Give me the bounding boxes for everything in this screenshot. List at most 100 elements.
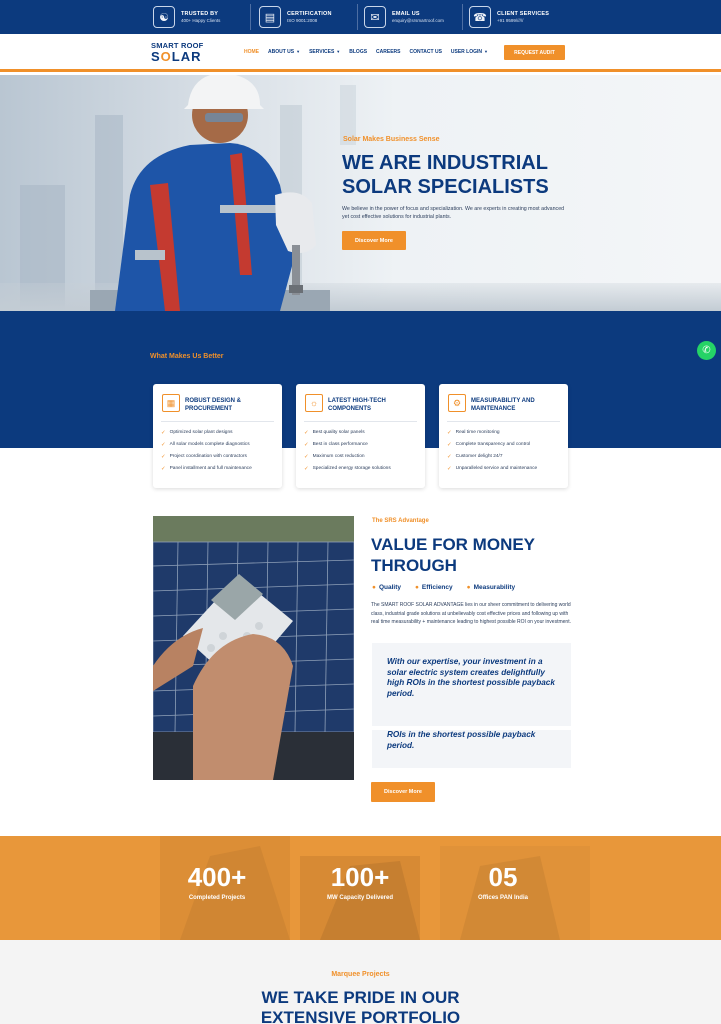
top-info-bar: ☯ TRUSTED BY 400+ Happy Clients ▤ CERTIF… bbox=[0, 0, 721, 34]
card-title: ROBUST DESIGN & PROCUREMENT bbox=[185, 398, 242, 412]
list-item: ✓ Real time monitoring bbox=[447, 430, 537, 442]
marquee-title: WE TAKE PRIDE IN OUR EXTENSIVE PORTFOLIO bbox=[260, 988, 461, 1024]
certificate-icon: ▤ bbox=[259, 6, 281, 28]
srs-body-text: The SMART ROOF SOLAR ADVANTAGE lies in o… bbox=[371, 602, 571, 625]
brand-logo[interactable]: SMART ROOF SOLAR bbox=[151, 41, 203, 63]
list-item-text: Unparalleled service and maintenance bbox=[455, 466, 538, 471]
list-item-text: Best quality solar panels bbox=[312, 430, 365, 435]
request-audit-button[interactable]: REQUEST AUDIT bbox=[504, 45, 565, 60]
stat-label: Completed Projects bbox=[188, 895, 246, 901]
chevron-down-icon: ▼ bbox=[484, 49, 488, 54]
check-icon: ✓ bbox=[447, 442, 452, 448]
card-feature-list: ✓ Best quality solar panels ✓ Best in clas… bbox=[304, 430, 391, 478]
list-item: ✓ Best in class performance bbox=[304, 442, 391, 454]
list-item: ✓ Maximum cost reduction bbox=[304, 454, 391, 466]
check-icon: ✓ bbox=[304, 430, 309, 436]
list-item: ✓ All solar models complete diagnostics bbox=[161, 442, 252, 454]
check-icon: ✓ bbox=[304, 454, 309, 460]
divider bbox=[304, 421, 417, 422]
info-phone-link[interactable]: +91 9599////// bbox=[497, 18, 549, 23]
list-item: ✓ Best quality solar panels bbox=[304, 430, 391, 442]
card-feature-list: ✓ Optimized solar plant designs ✓ All sola… bbox=[161, 430, 252, 478]
divider bbox=[447, 421, 560, 422]
stat-value: 05 bbox=[488, 862, 518, 892]
list-item-text: Best in class performance bbox=[312, 442, 368, 447]
solar-panel-icon: ▦ bbox=[162, 394, 180, 412]
list-item-text: Project coordination with contractors bbox=[169, 454, 247, 459]
panel-photo bbox=[153, 516, 354, 780]
check-icon: ✓ bbox=[447, 430, 452, 436]
srs-tags: ● Quality ● Efficiency ● Measurability bbox=[372, 584, 515, 591]
info-trusted-by: ☯ TRUSTED BY 400+ Happy Clients bbox=[153, 5, 220, 29]
nav-home[interactable]: HOME bbox=[244, 49, 259, 55]
divider bbox=[357, 4, 358, 30]
nav-about-us[interactable]: ABOUT US ▼ bbox=[268, 49, 300, 55]
hero-discover-button[interactable]: Discover More bbox=[342, 231, 406, 250]
monitoring-icon: ⚙ bbox=[448, 394, 466, 412]
list-item-text: Complete transparency and control bbox=[455, 442, 531, 447]
info-title: EMAIL US bbox=[392, 11, 420, 17]
feature-card: ▦ ROBUST DESIGN & PROCUREMENT ✓ Optimized… bbox=[153, 384, 282, 488]
feature-card: ☼ LATEST HIGH-TECH COMPONENTS ✓ Best qual… bbox=[296, 384, 425, 488]
list-item-text: Real time monitoring bbox=[455, 430, 500, 435]
tag-label: Measurability bbox=[473, 584, 516, 591]
srs-discover-button[interactable]: Discover More bbox=[371, 782, 435, 802]
headset-icon: ☎ bbox=[469, 6, 491, 28]
stat-label: MW Capacity Delivered bbox=[326, 895, 394, 901]
divider bbox=[161, 421, 274, 422]
check-icon: ✓ bbox=[447, 466, 452, 472]
check-icon: ✓ bbox=[161, 430, 166, 436]
main-navbar: SMART ROOF SOLAR HOME ABOUT US ▼ SERVICES… bbox=[0, 34, 721, 72]
divider bbox=[462, 4, 463, 30]
check-icon: ✓ bbox=[304, 466, 309, 472]
whatsapp-icon[interactable]: ✆ bbox=[697, 341, 716, 360]
nav-services[interactable]: SERVICES ▼ bbox=[309, 49, 340, 55]
srs-quote-text: With our expertise, your investment in a… bbox=[387, 657, 555, 698]
tag-quality: ● Quality bbox=[372, 584, 401, 591]
info-email-link[interactable]: enquiry@srsmartroof.com bbox=[392, 18, 444, 23]
list-item: ✓ Customer delight 24/7 bbox=[447, 454, 537, 466]
stat-offices: 05 Offices PAN India bbox=[443, 862, 563, 901]
info-sub: 400+ Happy Clients bbox=[181, 18, 221, 23]
calculator-solar-panel-image bbox=[153, 516, 354, 780]
why-section-title: What Makes Us Better bbox=[150, 353, 224, 360]
tag-label: Efficiency bbox=[421, 584, 453, 591]
list-item: ✓ Unparalleled service and maintenance bbox=[447, 466, 537, 478]
nav-contact-us[interactable]: CONTACT US bbox=[410, 49, 442, 55]
nav-careers[interactable]: CAREERS bbox=[376, 49, 400, 55]
list-item-text: Maximum cost reduction bbox=[312, 454, 365, 459]
logo-bottom-text: SOLAR bbox=[151, 50, 203, 63]
logo-letter: S bbox=[151, 49, 161, 64]
stat-label: Offices PAN India bbox=[478, 895, 528, 901]
nav-user-login[interactable]: USER LOGIN ▼ bbox=[451, 49, 488, 55]
card-title: MEASURABILITY AND MAINTENANCE bbox=[471, 398, 535, 412]
info-certification: ▤ CERTIFICATION ISO 9001:2008 bbox=[259, 5, 332, 29]
stat-completed-projects: 400+ Completed Projects bbox=[157, 862, 277, 901]
list-item: ✓ Complete transparency and control bbox=[447, 442, 537, 454]
chevron-down-icon: ▼ bbox=[296, 49, 301, 54]
hero-subtitle: Solar Makes Business Sense bbox=[343, 136, 440, 143]
envelope-icon: ✉ bbox=[364, 6, 386, 28]
list-item: ✓ Panel installment and full maintenance bbox=[161, 466, 252, 478]
info-title: CLIENT SERVICES bbox=[497, 11, 550, 17]
info-client-services[interactable]: ☎ CLIENT SERVICES +91 9599////// bbox=[469, 5, 549, 29]
stats-band: 400+ Completed Projects 100+ MW Capacity… bbox=[0, 836, 721, 940]
check-icon: ✓ bbox=[447, 454, 452, 460]
solar-worker-image bbox=[90, 75, 330, 311]
info-sub: ISO 9001:2008 bbox=[287, 18, 318, 23]
stat-mw-capacity: 100+ MW Capacity Delivered bbox=[300, 862, 420, 901]
tag-efficiency: ● Efficiency bbox=[415, 584, 453, 591]
list-item: ✓ Specialized energy storage solutions bbox=[304, 466, 391, 478]
nav-blogs[interactable]: BLOGS bbox=[349, 49, 367, 55]
list-item-text: Specialized energy storage solutions bbox=[312, 466, 391, 471]
bullet-icon: ● bbox=[466, 584, 471, 591]
divider bbox=[250, 4, 251, 30]
srs-quote-box: With our expertise, your investment in a… bbox=[372, 643, 571, 726]
nav-label: SERVICES bbox=[309, 49, 335, 55]
list-item-text: All solar models complete diagnostics bbox=[169, 442, 250, 447]
info-title: CERTIFICATION bbox=[287, 11, 332, 17]
tag-measurability: ● Measurability bbox=[467, 584, 515, 591]
info-email[interactable]: ✉ EMAIL US enquiry@srsmartroof.com bbox=[364, 5, 444, 29]
bullet-icon: ● bbox=[414, 584, 419, 591]
check-icon: ✓ bbox=[161, 466, 166, 472]
